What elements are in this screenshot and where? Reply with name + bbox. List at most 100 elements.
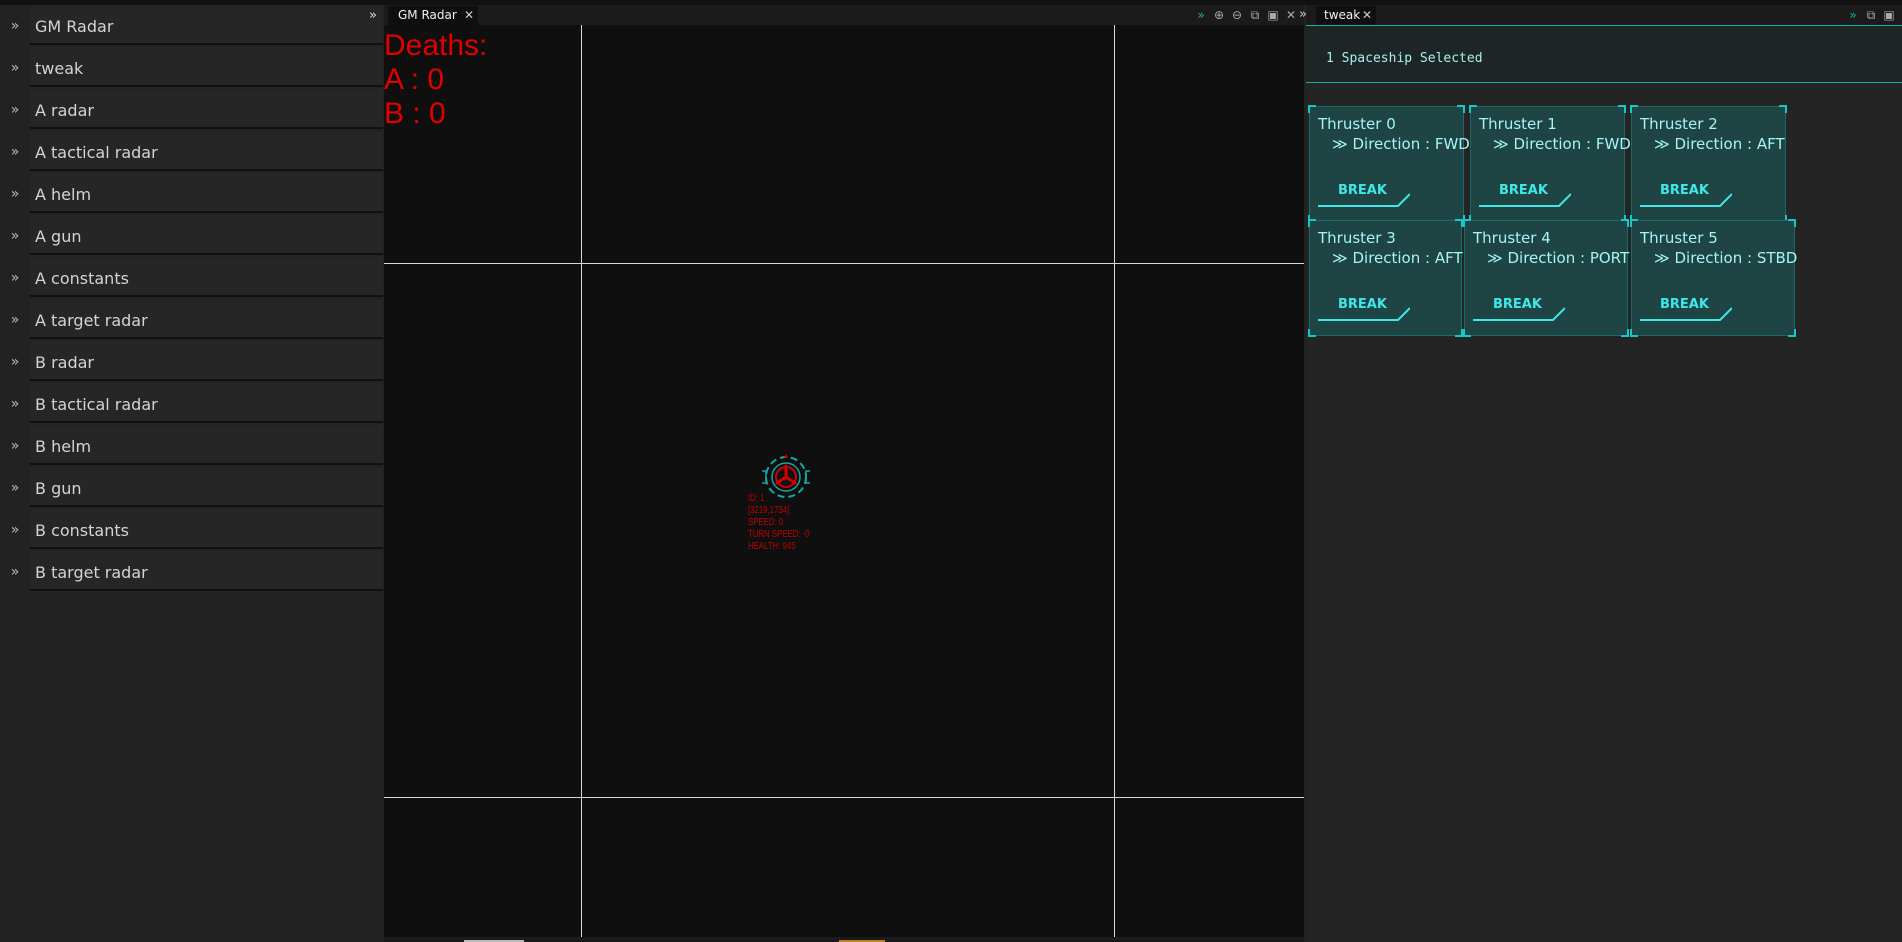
- thruster-card-1: Thruster 1 ≫ Direction : FWD BREAK: [1469, 105, 1631, 223]
- thruster-title: Thruster 3: [1318, 229, 1396, 247]
- sidebar: » GM Radar » tweak » A radar » A tactica…: [0, 5, 383, 942]
- underline-accent-icon: [1640, 307, 1732, 321]
- close-icon[interactable]: ✕: [464, 6, 474, 25]
- radar-view[interactable]: Deaths: A : 0 B : 0 ID: 1 [3219,1734] SP…: [384, 25, 1304, 942]
- thruster-card-5: Thruster 5 ≫ Direction : STBD BREAK: [1630, 219, 1797, 337]
- chevron-double-right-icon[interactable]: »: [1299, 7, 1307, 22]
- thruster-direction[interactable]: ≫ Direction : PORT: [1487, 249, 1629, 267]
- sidebar-item-b-target-radar[interactable]: » B target radar: [0, 551, 383, 593]
- sidebar-item-b-constants[interactable]: » B constants: [0, 509, 383, 551]
- underline-accent-icon: [1640, 193, 1732, 207]
- chevron-double-right-icon: »: [10, 144, 20, 160]
- maximize-icon[interactable]: ▣: [1266, 7, 1280, 23]
- sidebar-item-label: B constants: [35, 520, 129, 540]
- sidebar-item-a-constants[interactable]: » A constants: [0, 257, 383, 299]
- radar-panel: GM Radar ✕ » ⊕ ⊖ ⧉ ▣ ✕ Deaths: A : 0 B :…: [384, 5, 1304, 942]
- tweak-panel: » tweak ✕ » ⧉ ▣ 1 Spaceship Selected Thr…: [1299, 5, 1902, 942]
- zoom-out-icon[interactable]: ⊖: [1230, 7, 1244, 23]
- grid-line: [581, 25, 582, 942]
- radar-tabbar: GM Radar ✕ » ⊕ ⊖ ⧉ ▣ ✕: [384, 5, 1304, 25]
- thruster-direction[interactable]: ≫ Direction : AFT: [1654, 135, 1785, 153]
- chevron-double-right-icon: »: [10, 396, 20, 412]
- deaths-title: Deaths:: [384, 29, 488, 62]
- radar-tab-tools: » ⊕ ⊖ ⧉ ▣ ✕: [1194, 7, 1298, 23]
- sidebar-collapse-icon[interactable]: »: [369, 8, 383, 24]
- tab-label: GM Radar: [398, 8, 457, 22]
- sidebar-item-label: GM Radar: [35, 16, 114, 36]
- thruster-title: Thruster 0: [1318, 115, 1396, 133]
- thruster-card-0: Thruster 0 ≫ Direction : FWD BREAK: [1308, 105, 1470, 223]
- grid-line: [1114, 25, 1115, 942]
- chevron-double-right-icon: »: [10, 270, 20, 286]
- thruster-card-3: Thruster 3 ≫ Direction : AFT BREAK: [1308, 219, 1463, 337]
- popout-icon[interactable]: ⧉: [1864, 7, 1878, 23]
- grid-line: [384, 263, 1304, 264]
- chevron-double-right-icon: »: [10, 354, 20, 370]
- sidebar-item-b-tactical-radar[interactable]: » B tactical radar: [0, 383, 383, 425]
- sidebar-item-gm-radar[interactable]: » GM Radar: [0, 5, 383, 47]
- tab-gm-radar[interactable]: GM Radar ✕: [388, 6, 478, 25]
- sidebar-item-label: B target radar: [35, 562, 148, 582]
- sidebar-item-a-radar[interactable]: » A radar: [0, 89, 383, 131]
- thruster-title: Thruster 1: [1479, 115, 1557, 133]
- thruster-card-2: Thruster 2 ≫ Direction : AFT BREAK: [1630, 105, 1787, 223]
- ship-info: ID: 1 [3219,1734] SPEED: 0 TURN SPEED: -…: [748, 493, 810, 553]
- ship-position: [3219,1734]: [748, 505, 790, 516]
- underline-accent-icon: [1318, 193, 1410, 207]
- sidebar-item-label: tweak: [35, 58, 84, 78]
- sidebar-item-tweak[interactable]: » tweak: [0, 47, 383, 89]
- close-icon[interactable]: ✕: [1362, 6, 1372, 25]
- sidebar-item-label: B radar: [35, 352, 94, 372]
- sidebar-item-label: A gun: [35, 226, 82, 246]
- tweak-tab-tools: » ⧉ ▣: [1846, 7, 1896, 23]
- thruster-direction[interactable]: ≫ Direction : FWD: [1332, 135, 1470, 153]
- maximize-icon[interactable]: ▣: [1882, 7, 1896, 23]
- grid-line: [384, 797, 1304, 798]
- sidebar-item-label: A tactical radar: [35, 142, 158, 162]
- thruster-direction[interactable]: ≫ Direction : AFT: [1332, 249, 1463, 267]
- ship-turn-speed: TURN SPEED: -0: [748, 529, 810, 540]
- sidebar-item-label: B tactical radar: [35, 394, 158, 414]
- sidebar-item-a-gun[interactable]: » A gun: [0, 215, 383, 257]
- ship-id: ID: 1: [748, 493, 765, 504]
- sidebar-item-a-target-radar[interactable]: » A target radar: [0, 299, 383, 341]
- chevron-double-right-icon: »: [10, 438, 20, 454]
- chevron-double-right-icon: »: [10, 312, 20, 328]
- deaths-team-b: B : 0: [384, 97, 446, 130]
- app-root: » GM Radar » tweak » A radar » A tactica…: [0, 0, 1902, 942]
- chevron-double-right-icon: »: [10, 186, 20, 202]
- thruster-direction[interactable]: ≫ Direction : FWD: [1493, 135, 1631, 153]
- thruster-card-4: Thruster 4 ≫ Direction : PORT BREAK: [1463, 219, 1629, 337]
- sidebar-item-label: A radar: [35, 100, 94, 120]
- thruster-title: Thruster 5: [1640, 229, 1718, 247]
- ship-speed: SPEED: 0: [748, 517, 784, 528]
- chevron-double-right-icon[interactable]: »: [1194, 7, 1208, 23]
- thruster-direction[interactable]: ≫ Direction : STBD: [1654, 249, 1797, 267]
- tab-label: tweak: [1324, 8, 1361, 22]
- tweak-tabbar: » tweak ✕ » ⧉ ▣: [1299, 5, 1902, 25]
- tweak-header: 1 Spaceship Selected: [1306, 25, 1902, 83]
- sidebar-item-label: B helm: [35, 436, 92, 456]
- chevron-double-right-icon[interactable]: »: [1846, 7, 1860, 23]
- sidebar-item-b-radar[interactable]: » B radar: [0, 341, 383, 383]
- sidebar-item-a-helm[interactable]: » A helm: [0, 173, 383, 215]
- chevron-double-right-icon: »: [10, 228, 20, 244]
- chevron-double-right-icon: »: [10, 522, 20, 538]
- underline-accent-icon: [1479, 193, 1571, 207]
- close-icon[interactable]: ✕: [1284, 7, 1298, 23]
- chevron-double-right-icon: »: [10, 18, 20, 34]
- tab-tweak[interactable]: tweak ✕: [1316, 6, 1376, 25]
- sidebar-list: » GM Radar » tweak » A radar » A tactica…: [0, 5, 383, 593]
- popout-icon[interactable]: ⧉: [1248, 7, 1262, 23]
- thruster-title: Thruster 4: [1473, 229, 1551, 247]
- zoom-in-icon[interactable]: ⊕: [1212, 7, 1226, 23]
- sidebar-item-b-gun[interactable]: » B gun: [0, 467, 383, 509]
- sidebar-item-a-tactical-radar[interactable]: » A tactical radar: [0, 131, 383, 173]
- deaths-team-a: A : 0: [384, 63, 445, 96]
- thruster-title: Thruster 2: [1640, 115, 1718, 133]
- chevron-double-right-icon: »: [10, 564, 20, 580]
- sidebar-item-label: A helm: [35, 184, 92, 204]
- ship-health: HEALTH: 945: [748, 541, 796, 552]
- selection-status: 1 Spaceship Selected: [1326, 51, 1483, 66]
- sidebar-item-b-helm[interactable]: » B helm: [0, 425, 383, 467]
